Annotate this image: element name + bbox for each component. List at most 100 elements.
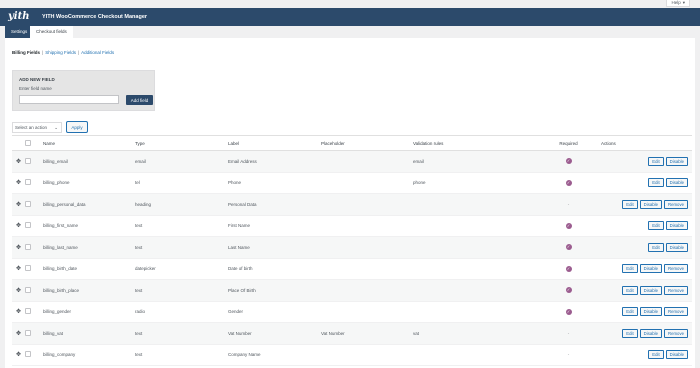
disable-button[interactable]: Disable: [665, 156, 688, 166]
drag-handle-icon[interactable]: ✥: [12, 237, 25, 259]
field-validation: email: [413, 158, 424, 164]
field-placeholder: [321, 151, 413, 173]
tab-checkout-fields[interactable]: Checkout fields: [30, 26, 73, 38]
field-type: text: [135, 223, 143, 229]
edit-button[interactable]: Edit: [648, 350, 664, 360]
edit-button[interactable]: Edit: [622, 307, 638, 317]
fields-table-body: ✥ billing_email email Email Address email ✓ Ed…: [12, 150, 692, 366]
disable-button[interactable]: Disable: [665, 178, 688, 188]
row-select-cell: [25, 344, 43, 366]
edit-button[interactable]: Edit: [648, 221, 664, 231]
row-checkbox[interactable]: [25, 329, 31, 336]
row-checkbox[interactable]: [25, 179, 31, 186]
help-tab[interactable]: Help ▾: [666, 0, 690, 7]
drag-handle-icon[interactable]: ✥: [12, 215, 25, 237]
caret-down-icon: ▾: [682, 0, 685, 5]
field-placeholder: [321, 258, 413, 280]
chevron-down-icon: ⌄: [54, 124, 58, 130]
field-name-input[interactable]: [19, 95, 119, 104]
field-name: billing_birth_place: [43, 287, 80, 293]
field-type: datepicker: [135, 266, 156, 272]
table-row: ✥ billing_phone tel Phone phone ✓ Edit Disable: [12, 172, 692, 194]
edit-button[interactable]: Edit: [648, 242, 664, 252]
field-placeholder: [321, 237, 413, 259]
drag-handle-icon[interactable]: ✥: [12, 172, 25, 194]
field-required: ✓: [536, 172, 601, 194]
subnav-additional-fields[interactable]: Additional Fields: [81, 50, 114, 55]
required-check-icon: ✓: [565, 308, 572, 315]
field-required: ✓: [536, 258, 601, 280]
drag-handle-icon[interactable]: ✥: [12, 280, 25, 302]
disable-button[interactable]: Disable: [639, 328, 662, 338]
disable-button[interactable]: Disable: [639, 285, 662, 295]
required-check-icon: ✓: [565, 222, 572, 229]
add-field-heading: ADD NEW FIELD: [19, 77, 55, 82]
apply-button[interactable]: Apply: [66, 121, 88, 133]
main-panel: Billing Fields | Shipping Fields | Addit…: [5, 38, 695, 368]
disable-button[interactable]: Disable: [639, 199, 662, 209]
field-validation: [413, 215, 536, 237]
field-placeholder: Vat Number: [321, 330, 345, 336]
field-type: heading: [135, 201, 152, 207]
row-checkbox[interactable]: [25, 200, 31, 207]
edit-button[interactable]: Edit: [622, 285, 638, 295]
subnav-separator: |: [42, 50, 44, 55]
remove-button[interactable]: Remove: [663, 307, 688, 317]
field-placeholder: [321, 280, 413, 302]
field-label: Personal Data: [228, 201, 257, 207]
row-checkbox[interactable]: [25, 351, 31, 358]
field-required: -: [536, 194, 601, 216]
row-checkbox[interactable]: [25, 243, 31, 250]
field-label: Last Name: [228, 244, 250, 250]
field-name: billing_company: [43, 352, 76, 358]
row-checkbox[interactable]: [25, 308, 31, 315]
edit-button[interactable]: Edit: [648, 178, 664, 188]
drag-handle-icon[interactable]: ✥: [12, 151, 25, 173]
add-field-button[interactable]: Add field: [126, 95, 153, 105]
select-all-checkbox[interactable]: [25, 139, 31, 146]
edit-button[interactable]: Edit: [648, 156, 664, 166]
table-row: ✥ billing_vat text Vat Number Vat Number vat -…: [12, 322, 692, 345]
drag-handle-icon[interactable]: ✥: [12, 323, 25, 345]
remove-button[interactable]: Remove: [663, 264, 688, 274]
table-row: ✥ billing_last_name text Last Name ✓ Edit Disa…: [12, 236, 692, 259]
drag-handle-icon[interactable]: ✥: [12, 344, 25, 366]
row-select-cell: [25, 258, 43, 280]
disable-button[interactable]: Disable: [639, 264, 662, 274]
row-checkbox[interactable]: [25, 265, 31, 272]
field-name-label: Enter field name: [19, 86, 52, 91]
row-checkbox[interactable]: [25, 222, 31, 229]
disable-button[interactable]: Disable: [665, 350, 688, 360]
row-checkbox[interactable]: [25, 286, 31, 293]
table-row: ✥ billing_email email Email Address email ✓ Ed…: [12, 150, 692, 173]
field-section-nav: Billing Fields | Shipping Fields | Addit…: [12, 50, 114, 55]
row-select-cell: [25, 215, 43, 237]
field-label: First Name: [228, 223, 251, 229]
disable-button[interactable]: Disable: [639, 307, 662, 317]
field-label: Company Name: [228, 352, 261, 358]
remove-button[interactable]: Remove: [663, 328, 688, 338]
field-placeholder: [321, 215, 413, 237]
edit-button[interactable]: Edit: [622, 199, 638, 209]
edit-button[interactable]: Edit: [622, 264, 638, 274]
header-name[interactable]: Name: [43, 136, 135, 151]
drag-handle-icon[interactable]: ✥: [12, 258, 25, 280]
edit-button[interactable]: Edit: [622, 328, 638, 338]
table-row: ✥ billing_personal_data heading Personal Da…: [12, 193, 692, 216]
remove-button[interactable]: Remove: [663, 199, 688, 209]
drag-handle-icon[interactable]: ✥: [12, 194, 25, 216]
field-name: billing_last_name: [43, 244, 78, 250]
subnav-shipping-fields[interactable]: Shipping Fields: [45, 50, 76, 55]
drag-handle-icon[interactable]: ✥: [12, 301, 25, 323]
remove-button[interactable]: Remove: [663, 285, 688, 295]
row-select-cell: [25, 194, 43, 216]
row-checkbox[interactable]: [25, 157, 31, 164]
field-type: radio: [135, 309, 146, 315]
subnav-billing-fields[interactable]: Billing Fields: [12, 50, 40, 55]
disable-button[interactable]: Disable: [665, 242, 688, 252]
bulk-action-select[interactable]: Select an action ⌄: [12, 121, 62, 133]
field-type: text: [135, 330, 143, 336]
disable-button[interactable]: Disable: [665, 221, 688, 231]
row-actions: Edit Disable Remove: [601, 194, 692, 216]
plugin-tabs: Settings Checkout fields: [0, 26, 700, 38]
